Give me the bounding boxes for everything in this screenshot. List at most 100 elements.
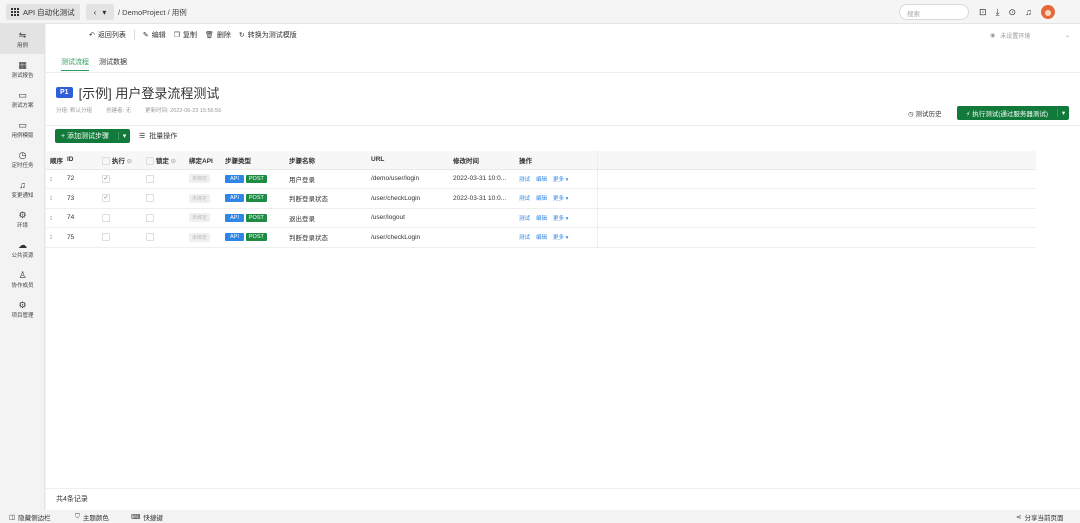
history-label: 测试历史 xyxy=(915,111,942,118)
table-row[interactable]: ⁝ 72 ✓ 未绑定 API POST 用户登录 /demo/user/login… xyxy=(46,169,1036,189)
sidebar-item-plans[interactable]: ▭ 测试方案 xyxy=(0,84,45,114)
edit-link[interactable]: 编辑 xyxy=(536,216,547,222)
drag-handle-icon[interactable]: ⁝ xyxy=(46,169,63,189)
edit-link[interactable]: 编辑 xyxy=(536,235,547,241)
checkbox[interactable] xyxy=(102,213,110,222)
col-order: 顺序 xyxy=(46,151,63,170)
drag-handle-icon[interactable]: ⁝ xyxy=(46,188,63,209)
edit-link[interactable]: 编辑 xyxy=(536,177,547,183)
pencil-icon: ✎ xyxy=(142,32,149,39)
back-to-list-button[interactable]: ↶ 返回列表 xyxy=(89,30,126,40)
share-label: 分享当前页面 xyxy=(1024,515,1064,522)
help-icon[interactable]: ⊙ xyxy=(1009,7,1017,18)
edit-button[interactable]: ✎ 编辑 xyxy=(143,30,166,40)
tabs: 测试流程 测试数据 xyxy=(61,57,127,71)
clock-icon: ◷ xyxy=(18,149,27,160)
type-cell: API POST xyxy=(221,208,285,228)
unbound-tag: 未绑定 xyxy=(189,193,211,203)
drag-handle-icon[interactable]: ⁝ xyxy=(46,227,63,248)
post-badge: POST xyxy=(245,174,267,183)
unbound-tag: 未绑定 xyxy=(189,232,211,242)
tab-test-flow[interactable]: 测试流程 xyxy=(61,57,89,71)
test-link[interactable]: 测试 xyxy=(519,235,530,241)
edit-link[interactable]: 编辑 xyxy=(536,196,547,202)
search-input[interactable]: 搜索 xyxy=(899,4,969,20)
test-history-button[interactable]: ◷ 测试历史 xyxy=(908,108,941,118)
api-badge: API xyxy=(225,174,244,183)
test-link[interactable]: 测试 xyxy=(519,177,530,183)
table-row[interactable]: ⁝ 75 未绑定 API POST 判断登录状态 /user/checkLogin… xyxy=(46,227,1036,248)
checkbox[interactable] xyxy=(146,194,154,203)
convert-template-button[interactable]: ↻ 转换为测试模版 xyxy=(239,30,297,40)
checkbox[interactable] xyxy=(102,156,110,165)
theme-color-button[interactable]: ⛉ 主题颜色 xyxy=(75,512,109,522)
test-link[interactable]: 测试 xyxy=(519,196,530,202)
environment-select[interactable]: ◉ 未设置环境 ⌄ xyxy=(984,27,1074,43)
lock-cell xyxy=(142,188,185,209)
avatar[interactable] xyxy=(1040,5,1055,19)
checkbox[interactable] xyxy=(146,233,154,242)
share-page-button[interactable]: ⋖ 分享当前页面 xyxy=(1016,512,1063,522)
add-step-button[interactable]: + 添加测试步骤 ▾ xyxy=(55,129,130,143)
sidebar-item-notifications[interactable]: ♫ 变更通知 xyxy=(0,174,45,204)
table-row[interactable]: ⁝ 74 未绑定 API POST 退出登录 /user/logout 测试 编辑更… xyxy=(46,208,1036,228)
run-test-label: ⚡ 执行测试(通过服务器测试) xyxy=(957,108,1057,118)
test-link[interactable]: 测试 xyxy=(519,216,530,222)
plan-icon: ▭ xyxy=(18,89,27,100)
more-link[interactable]: 更多 ▾ xyxy=(553,177,568,183)
checkbox[interactable] xyxy=(146,156,154,165)
more-link[interactable]: 更多 ▾ xyxy=(553,216,568,222)
delete-button[interactable]: 🗑 删除 xyxy=(205,30,231,40)
run-test-button[interactable]: ⚡ 执行测试(通过服务器测试) ▾ xyxy=(957,106,1069,120)
sidebar-item-label: 协作成员 xyxy=(11,282,34,289)
download-icon[interactable]: ⤓ xyxy=(996,7,1000,18)
bind-cell: 未绑定 xyxy=(185,208,221,228)
drag-handle-icon[interactable]: ⁝ xyxy=(46,208,63,228)
chevron-down-icon[interactable]: ▾ xyxy=(1057,109,1069,117)
sidebar-item-schedules[interactable]: ◷ 定时任务 xyxy=(0,144,45,174)
table-row[interactable]: ⁝ 73 ✓ 未绑定 API POST 判断登录状态 /user/checkLog… xyxy=(46,188,1036,209)
sidebar-item-members[interactable]: ♙ 协作成员 xyxy=(0,264,45,294)
sidebar-item-label: 测试方案 xyxy=(11,102,34,109)
app-switcher-button[interactable]: API 自动化测试 xyxy=(6,4,80,20)
checkbox[interactable] xyxy=(146,174,154,183)
nav-arrows[interactable]: ‹ ▾ xyxy=(86,4,114,20)
add-step-label: + 添加测试步骤 xyxy=(55,131,118,141)
chevron-down-icon[interactable]: ▾ xyxy=(118,132,130,140)
delete-label: 删除 xyxy=(216,32,231,39)
more-link[interactable]: 更多 ▾ xyxy=(553,235,568,241)
step-time: 2022-03-31 10:0... xyxy=(449,188,515,209)
checkbox-checked[interactable]: ✓ xyxy=(102,194,110,203)
step-id: 75 xyxy=(63,227,98,248)
divider xyxy=(46,72,1080,73)
sidebar-item-reports[interactable]: ▦ 测试报告 xyxy=(0,54,45,84)
copy-button[interactable]: ❐ 复制 xyxy=(174,30,197,40)
checkbox[interactable] xyxy=(102,233,110,242)
inbox-icon[interactable]: ⊡ xyxy=(979,7,987,18)
checkbox-checked[interactable]: ✓ xyxy=(102,174,110,183)
col-run-label: 执行 xyxy=(111,157,125,165)
unbound-tag: 未绑定 xyxy=(189,213,211,223)
sidebar-item-resources[interactable]: ☁ 公共资源 xyxy=(0,234,45,264)
tab-test-data[interactable]: 测试数据 xyxy=(99,57,127,71)
sidebar-item-label: 变更通知 xyxy=(11,192,34,199)
chevron-down-icon[interactable]: ▾ xyxy=(102,8,106,17)
hide-sidebar-button[interactable]: ◫ 隐藏侧边栏 xyxy=(9,512,51,522)
sidebar-item-environment[interactable]: ⚙ 环境 xyxy=(0,204,45,234)
top-icons: ⊡ ⤓ ⊙ ♫ xyxy=(979,5,1055,19)
step-name: 退出登录 xyxy=(285,208,367,228)
more-link[interactable]: 更多 ▾ xyxy=(553,196,568,202)
user-icon: ♙ xyxy=(18,269,27,280)
back-arrow-icon[interactable]: ‹ xyxy=(94,8,97,17)
sidebar: ⇋ 用例 ▦ 测试报告 ▭ 测试方案 ▭ 用例模版 ◷ 定时任务 ♫ 变更通知 ⚙ 环境 ☁ 公… xyxy=(0,24,45,510)
sidebar-item-cases[interactable]: ⇋ 用例 xyxy=(0,24,45,54)
sidebar-item-templates[interactable]: ▭ 用例模版 xyxy=(0,114,45,144)
sidebar-icon: ◫ xyxy=(9,514,16,521)
sidebar-item-project[interactable]: ⚙ 项目管理 xyxy=(0,294,45,324)
info-icon: ⊙ xyxy=(126,157,133,165)
bell-icon[interactable]: ♫ xyxy=(1025,7,1032,17)
batch-operation-button[interactable]: ☰ 批量操作 xyxy=(139,131,177,141)
step-time xyxy=(449,227,515,248)
checkbox[interactable] xyxy=(146,213,154,222)
shortcuts-button[interactable]: ⌨ 快捷键 xyxy=(131,512,163,522)
